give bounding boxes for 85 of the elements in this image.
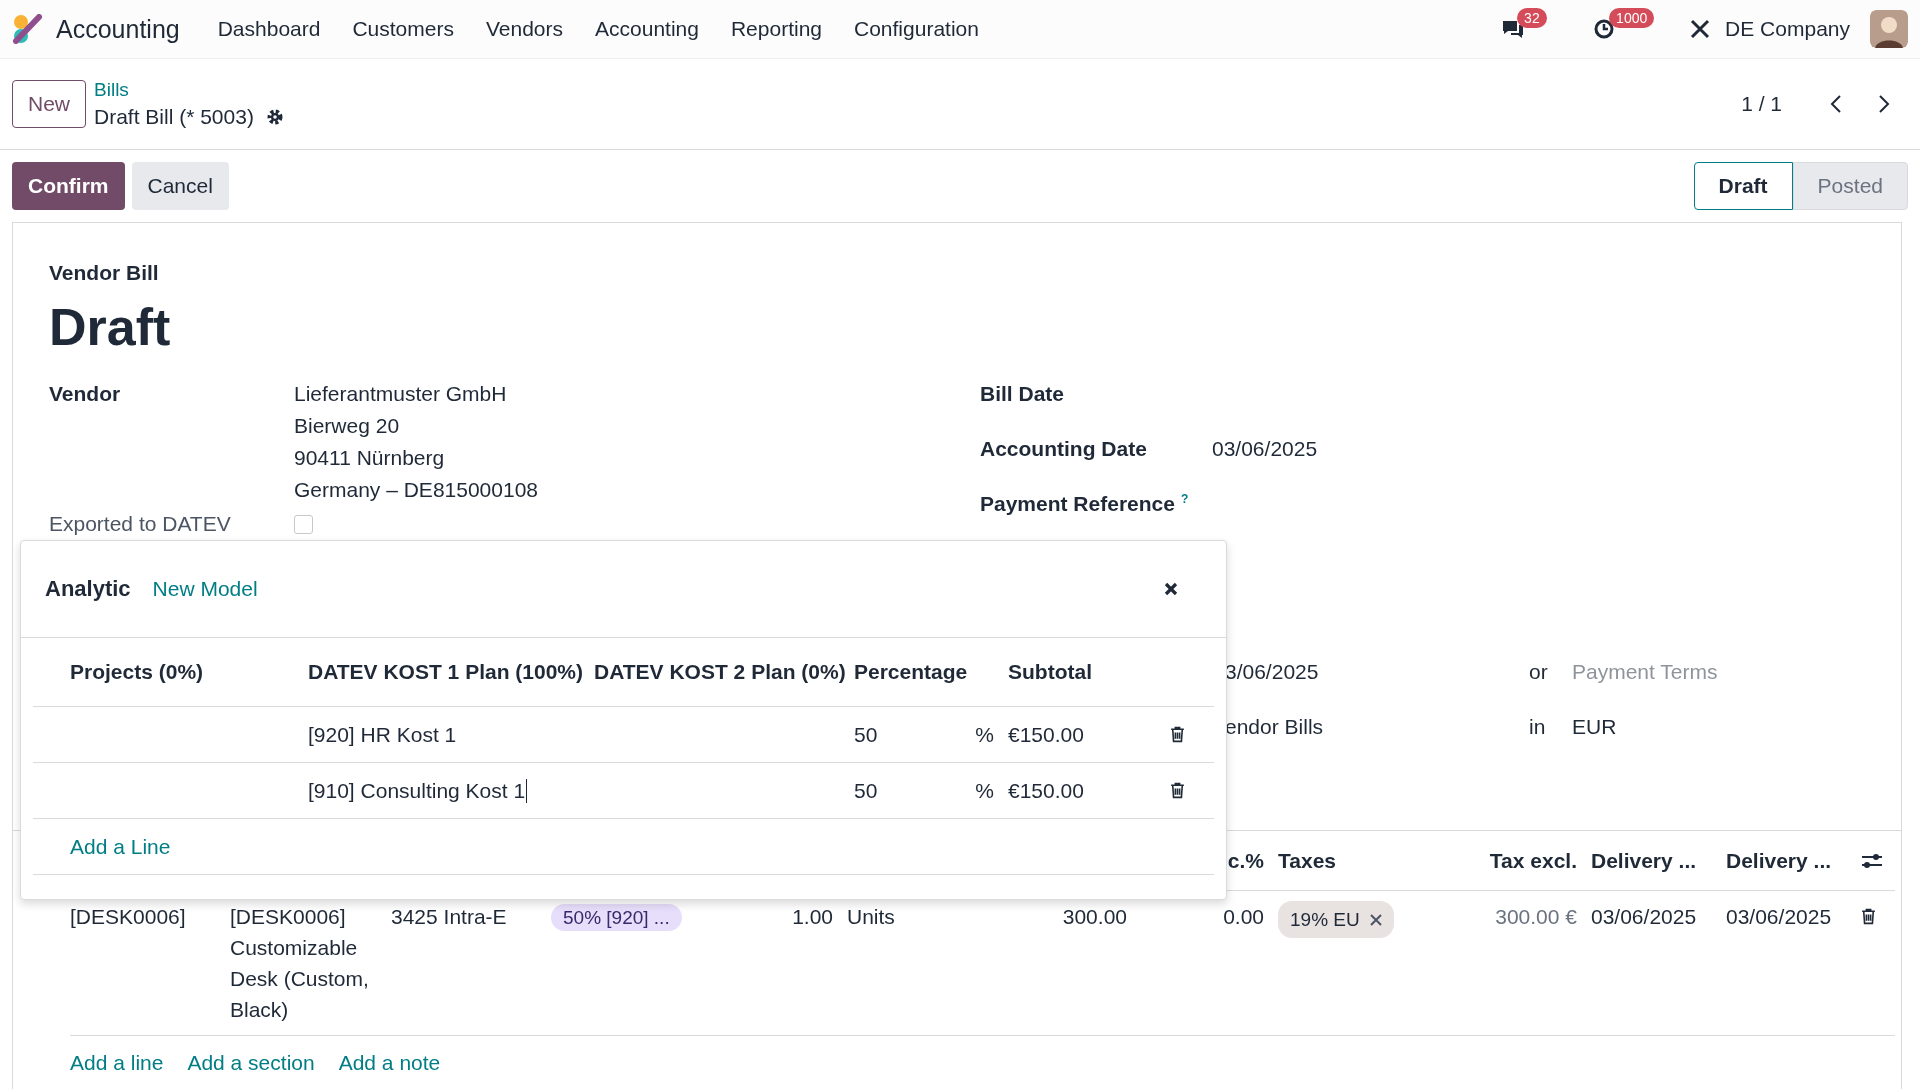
menu-item[interactable]: Dashboard (201, 17, 337, 41)
address-line: 90411 Nürnberg (294, 446, 446, 470)
activity-count: 1000 (1609, 8, 1655, 28)
table-cell-text: 300.00 € (1494, 904, 1577, 930)
column-header[interactable]: Delivery ... (1726, 848, 1832, 873)
cancel-button[interactable]: Cancel (131, 162, 229, 210)
column-header[interactable]: c.% (1227, 848, 1264, 873)
column-header[interactable]: Tax excl. (1489, 848, 1577, 873)
column-header: Percentage (854, 660, 968, 684)
record-title: Draft Bill (* 5003) (94, 105, 254, 129)
form-subtitle: Vendor Bill (49, 261, 160, 285)
menu-item[interactable]: Vendors (469, 17, 580, 41)
table-cell-text: Units (846, 904, 896, 930)
table-cell-text: 3425 Intra-E (391, 904, 508, 930)
analytic-tag[interactable]: 50% [920] ... (551, 904, 682, 931)
field-label: Vendor (49, 382, 122, 407)
address-line: Lieferantmuster GmbH (294, 382, 508, 406)
column-header: Subtotal (1008, 660, 1092, 684)
connector-text: in (1529, 715, 1547, 740)
menu-item[interactable]: Reporting (714, 17, 838, 41)
add-link[interactable]: Add a note (338, 1051, 441, 1075)
column-header: DATEV KOST 2 Plan (0%) (594, 660, 846, 684)
menu-item[interactable]: Configuration (838, 17, 995, 41)
percent-sign: % (975, 722, 994, 747)
sliders-icon[interactable] (1861, 851, 1883, 870)
settings-icon[interactable] (265, 108, 284, 126)
new-button[interactable]: New (12, 80, 86, 128)
table-cell-text: 0.00 (1222, 904, 1264, 930)
field-label: Payment Reference $^{?}$ (980, 492, 1190, 517)
table-cell: 50 (854, 778, 878, 803)
field-value[interactable]: 03/06/2025 (1212, 437, 1318, 492)
breadcrumb-link[interactable]: Bills (94, 79, 284, 101)
pager: 1 / 1 (1741, 92, 1782, 116)
currency-field[interactable]: EUR (1572, 715, 1617, 770)
add-link[interactable]: Add a line (70, 1051, 164, 1075)
address-line: Bierweg 20 (294, 414, 401, 438)
field-label: Accounting Date (980, 437, 1148, 462)
confirm-button[interactable]: Confirm (12, 162, 125, 210)
column-header[interactable]: Delivery ... (1591, 848, 1697, 873)
percent-sign: % (975, 778, 994, 803)
field-label: Exported to DATEV (49, 512, 232, 536)
table-cell: [920] HR Kost 1 (308, 722, 457, 747)
column-header[interactable]: Taxes (1278, 848, 1336, 873)
menu-item[interactable]: Accounting (579, 17, 715, 41)
field-value[interactable]: endor Bills (1225, 715, 1529, 770)
menu-item[interactable]: Customers (336, 17, 470, 41)
column-header: Projects (0%) (70, 660, 204, 684)
table-cell: €150.00 (1008, 722, 1084, 747)
field-value[interactable]: 3/06/2025 (1225, 660, 1529, 715)
chat-icon[interactable] (1501, 18, 1526, 40)
table-cell-text: 03/06/2025 (1590, 904, 1698, 930)
next-icon[interactable] (1878, 94, 1890, 114)
table-cell-text: 1.00 (791, 904, 833, 930)
message-count: 32 (1517, 8, 1547, 28)
avatar-silhouette-icon[interactable] (1870, 10, 1908, 48)
table-cell-text: 300.00 (1061, 904, 1127, 930)
status-stage[interactable]: Posted (1792, 162, 1908, 210)
trash-icon[interactable] (1170, 726, 1185, 743)
new-model-link[interactable]: New Model (152, 577, 258, 601)
remove-icon[interactable] (1369, 913, 1382, 926)
app-name[interactable]: Accounting (56, 14, 180, 44)
tax-tag[interactable]: 19% EU (1278, 901, 1394, 938)
app-logo-icon[interactable] (12, 14, 44, 44)
trash-icon[interactable] (1861, 908, 1876, 925)
table-cell-text: [DESK0006] (70, 904, 187, 930)
clock-icon[interactable] (1593, 18, 1616, 40)
company-name[interactable]: DE Company (1725, 17, 1850, 41)
table-cell: 50 (854, 722, 878, 747)
table-cell-text: [DESK0006] Customizable Desk (Custom, Black) (230, 904, 370, 1023)
form-title: Draft (49, 297, 172, 357)
table-cell-text: 03/06/2025 (1725, 904, 1833, 930)
field-label: Bill Date (980, 382, 1066, 407)
close-icon[interactable] (1164, 582, 1178, 596)
status-stage[interactable]: Draft (1693, 162, 1793, 210)
input-field[interactable]: [910] Consulting Kost 1 (308, 778, 528, 803)
previous-icon[interactable] (1830, 94, 1842, 114)
add-link[interactable]: Add a section (187, 1051, 315, 1075)
trash-icon[interactable] (1170, 782, 1185, 799)
address-line: Germany – DE815000108 (294, 478, 538, 502)
column-header: DATEV KOST 1 Plan (100%) (308, 660, 583, 684)
table-cell: €150.00 (1008, 778, 1084, 803)
checkbox[interactable] (294, 514, 313, 534)
connector-text: or (1529, 660, 1549, 685)
popup-title: Analytic (45, 576, 131, 602)
add-line-link[interactable]: Add a Line (70, 834, 171, 859)
